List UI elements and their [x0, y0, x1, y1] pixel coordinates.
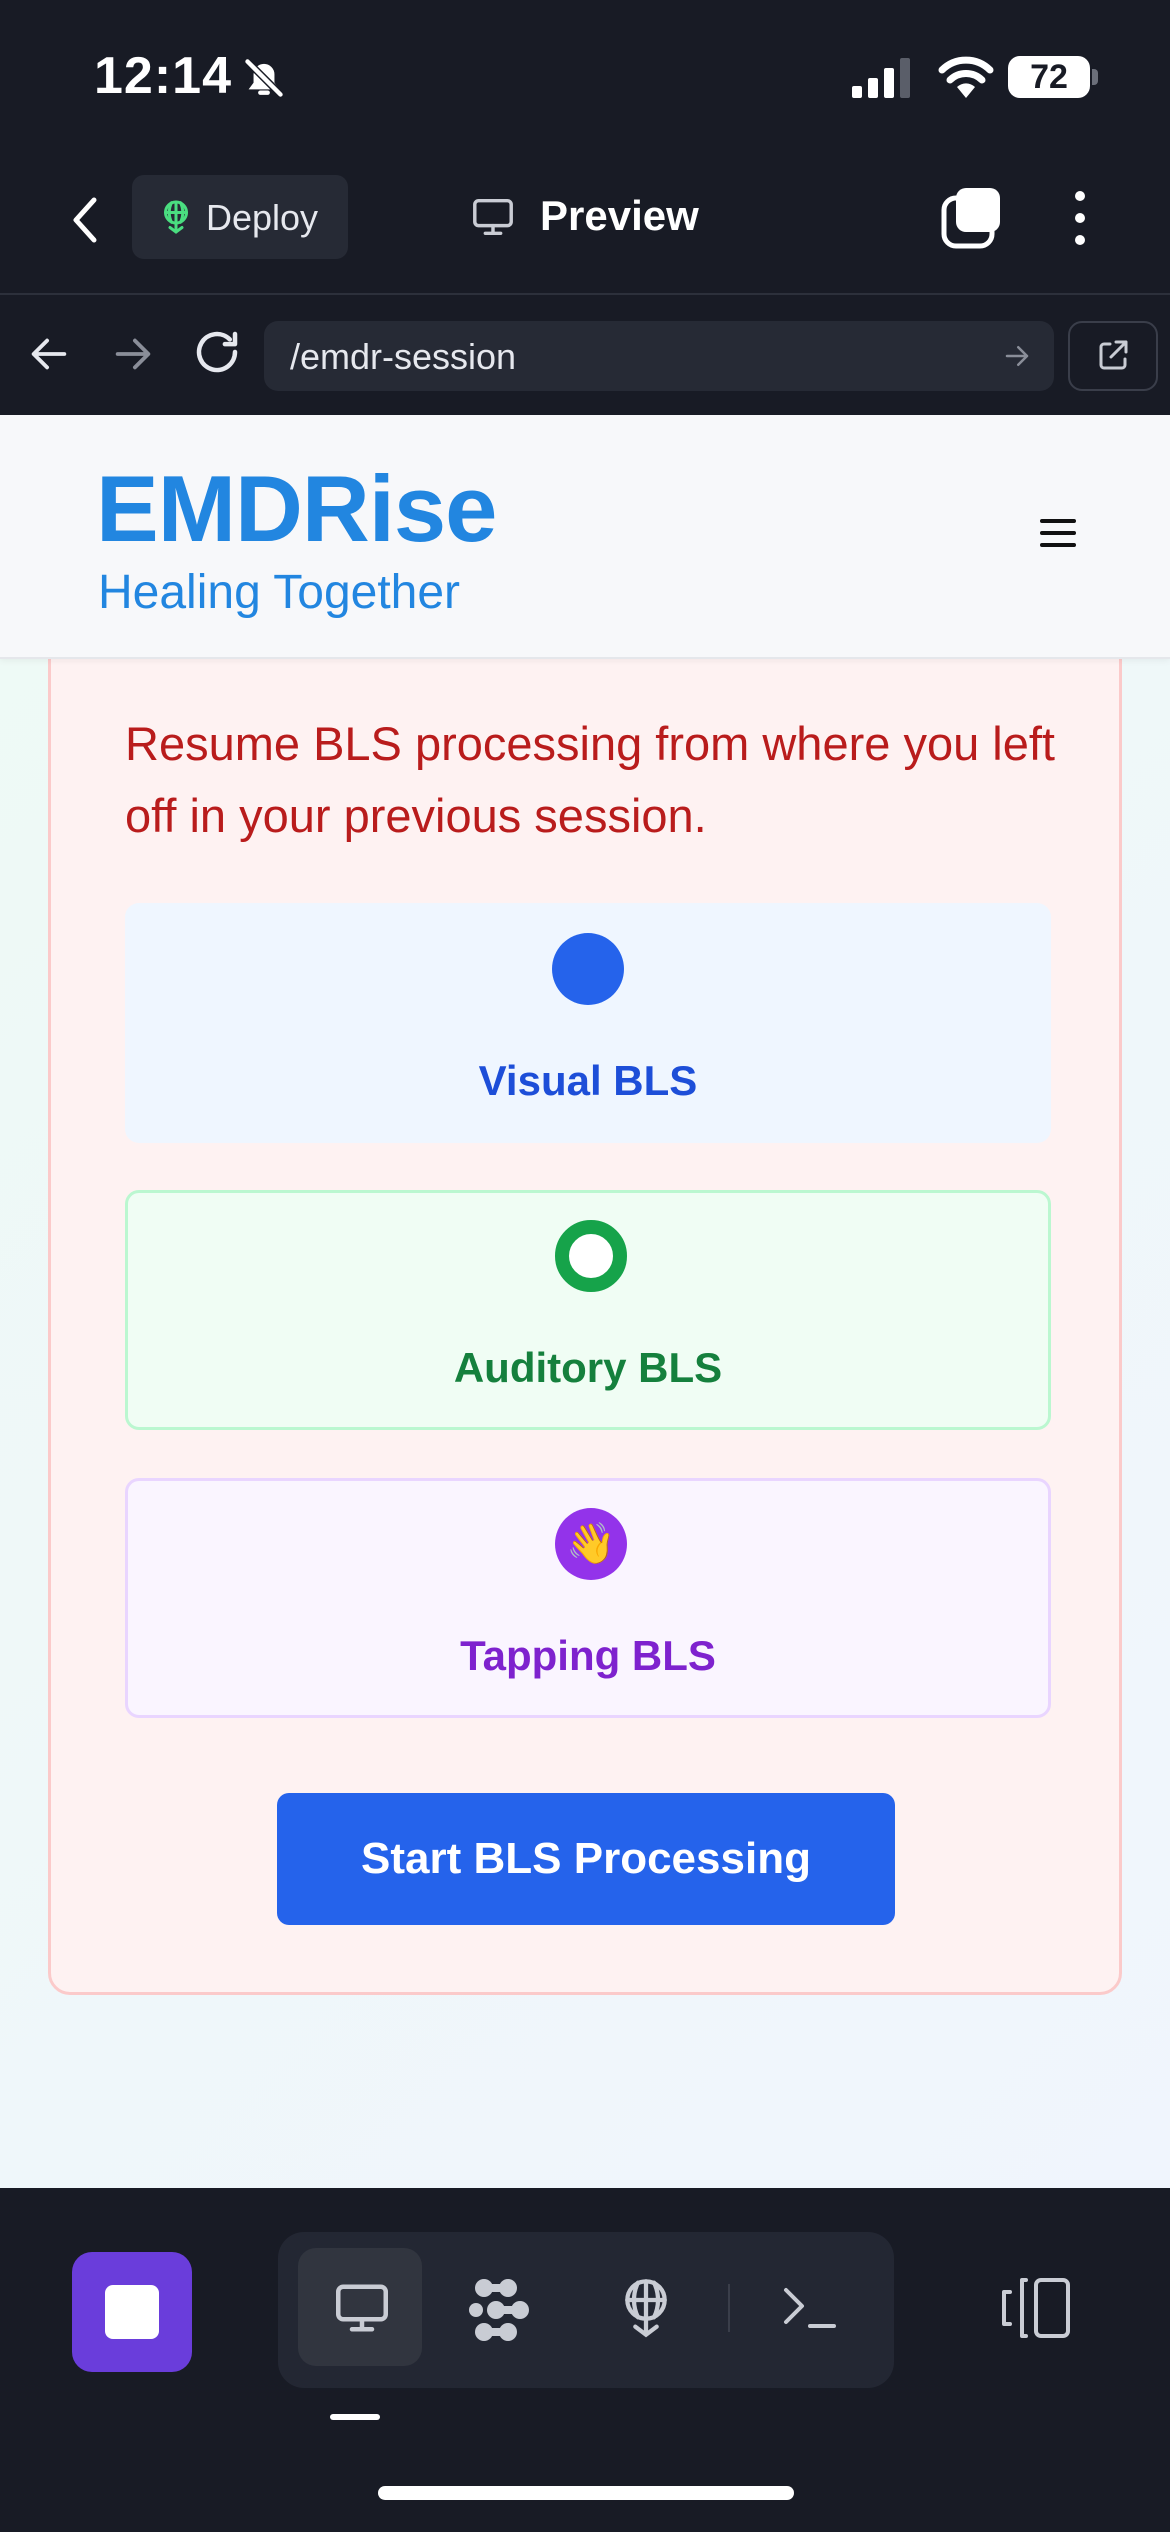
- battery-indicator: 72: [1008, 56, 1090, 98]
- ide-toolbar: Deploy Preview: [0, 150, 1170, 295]
- back-button[interactable]: [60, 190, 110, 250]
- home-indicator: [378, 2486, 794, 2500]
- arrow-left-icon[interactable]: [26, 331, 72, 377]
- stop-icon[interactable]: [72, 2252, 192, 2372]
- split-view-icon[interactable]: [998, 2276, 1074, 2340]
- start-bls-button[interactable]: Start BLS Processing: [277, 1793, 895, 1925]
- app-viewport: EMDRise Healing Together Resume BLS proc…: [0, 415, 1170, 2188]
- clock: 12:14: [94, 47, 232, 105]
- visual-bls-label: Visual BLS: [478, 1057, 698, 1104]
- signal-icon: [850, 58, 914, 98]
- auditory-bls-label: Auditory BLS: [453, 1344, 723, 1391]
- workflows-icon: [469, 2279, 529, 2341]
- shell-icon: [784, 2288, 836, 2328]
- tabs-icon[interactable]: [940, 186, 1004, 250]
- url-field[interactable]: /emdr-session: [264, 321, 1054, 391]
- monitor-icon: [470, 194, 516, 240]
- active-tab-indicator: [330, 2414, 380, 2420]
- tapping-bls-label: Tapping BLS: [460, 1632, 716, 1679]
- dock-shell-button[interactable]: [748, 2248, 872, 2366]
- reload-icon[interactable]: [190, 325, 244, 379]
- dock-tool-group: [278, 2232, 894, 2388]
- dock-deploy-button[interactable]: [584, 2248, 708, 2366]
- url-text: /emdr-session: [290, 336, 517, 377]
- tapping-bls-option[interactable]: 👋 Tapping BLS: [125, 1478, 1051, 1718]
- waving-hand-icon: 👋: [555, 1508, 627, 1580]
- external-link-icon[interactable]: [1068, 321, 1158, 391]
- hamburger-icon[interactable]: [1040, 515, 1084, 555]
- visual-dot-icon: [552, 933, 624, 1005]
- dock-preview-button[interactable]: [298, 2248, 422, 2366]
- app-header: EMDRise Healing Together: [0, 415, 1170, 659]
- status-bar: 12:14 72: [0, 0, 1170, 150]
- preview-label: Preview: [540, 192, 699, 239]
- url-bar: /emdr-session: [0, 297, 1170, 415]
- session-card: Resume BLS processing from where you lef…: [48, 565, 1122, 1995]
- bottom-dock: [0, 2188, 1170, 2532]
- battery-nub: [1092, 69, 1098, 85]
- auditory-bls-option[interactable]: Auditory BLS: [125, 1190, 1051, 1430]
- deploy-button[interactable]: Deploy: [132, 175, 348, 259]
- dock-workflows-button[interactable]: [438, 2248, 562, 2366]
- deploy-icon: [625, 2279, 667, 2338]
- dock-divider: [728, 2284, 730, 2332]
- deploy-label: Deploy: [206, 197, 319, 238]
- more-vertical-icon[interactable]: [1060, 186, 1100, 250]
- tagline: Healing Together: [98, 566, 461, 619]
- deploy-icon: [158, 199, 194, 235]
- auditory-ring-icon: [555, 1220, 627, 1292]
- brand-logo[interactable]: EMDRise: [96, 455, 497, 563]
- arrow-right-icon[interactable]: [110, 331, 156, 377]
- monitor-icon: [336, 2284, 388, 2332]
- resume-message: Resume BLS processing from where you lef…: [125, 717, 1055, 842]
- visual-bls-option[interactable]: Visual BLS: [125, 903, 1051, 1143]
- arrow-right-icon[interactable]: [1002, 341, 1032, 371]
- bell-off-icon: [242, 56, 286, 100]
- wifi-icon: [938, 56, 994, 98]
